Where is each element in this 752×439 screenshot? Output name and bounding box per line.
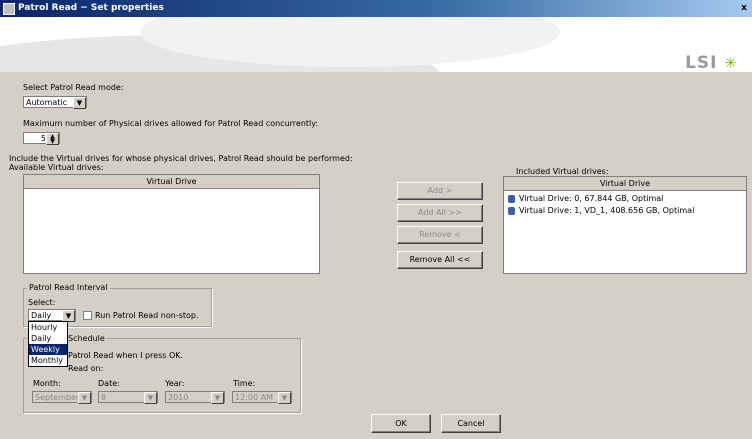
dropdown-option-monthly[interactable]: Monthly <box>29 355 67 366</box>
time-value: 12:00 AM <box>235 393 273 402</box>
date-label: Date: <box>98 379 120 388</box>
max-drives-spinner[interactable]: 5 ▲ ▼ <box>23 132 60 145</box>
logo-star-icon: ✳ <box>724 54 738 72</box>
chevron-down-icon[interactable]: ▼ <box>144 392 157 404</box>
dropdown-option-hourly[interactable]: Hourly <box>29 322 67 333</box>
interval-group-label: Patrol Read Interval <box>27 283 110 292</box>
available-label: Available Virtual drives: <box>9 163 104 172</box>
year-label: Year: <box>165 379 185 388</box>
window-title: Patrol Read − Set properties <box>18 3 164 13</box>
virtual-drive-icon <box>508 206 515 215</box>
chevron-down-icon[interactable]: ▼ <box>211 392 224 404</box>
nonstop-label: Run Patrol Read non-stop. <box>95 311 199 320</box>
cancel-button[interactable]: Cancel <box>441 414 501 433</box>
month-label: Month: <box>33 379 61 388</box>
interval-value: Daily <box>31 311 52 320</box>
schedule-start-text: Patrol Read when I press OK. <box>68 351 184 360</box>
month-select[interactable]: September ▼ <box>32 391 92 404</box>
mode-label: Select Patrol Read mode: <box>23 83 124 92</box>
time-label: Time: <box>233 379 256 388</box>
header-banner: LSI ✳ <box>0 17 752 72</box>
row-text: Virtual Drive: 1, VD_1, 408.656 GB, Opti… <box>519 206 695 215</box>
table-row[interactable]: Virtual Drive: 1, VD_1, 408.656 GB, Opti… <box>504 205 694 217</box>
virtual-drive-icon <box>508 194 515 203</box>
available-drives-table[interactable]: Virtual Drive <box>23 174 320 274</box>
interval-dropdown-list[interactable]: Hourly Daily Weekly Monthly <box>28 321 68 367</box>
window-icon <box>3 3 15 15</box>
mode-value: Automatic <box>26 98 68 107</box>
schedule-read-on: Read on: <box>68 364 104 373</box>
chevron-down-icon[interactable]: ▼ <box>73 97 86 109</box>
year-value: 2010 <box>168 393 189 402</box>
include-label: Include the Virtual drives for whose phy… <box>9 154 353 163</box>
remove-all-button[interactable]: Remove All << <box>397 251 483 269</box>
spinner-arrows-icon[interactable]: ▲ ▼ <box>46 133 59 145</box>
date-select[interactable]: 8 ▼ <box>98 391 158 404</box>
table-row[interactable]: Virtual Drive: 0, 67.844 GB, Optimal <box>504 193 663 205</box>
chevron-down-icon[interactable]: ▼ <box>278 392 291 404</box>
max-drives-label: Maximum number of Physical drives allowe… <box>23 119 319 128</box>
ok-button[interactable]: OK <box>371 414 431 433</box>
time-select[interactable]: 12:00 AM ▼ <box>232 391 292 404</box>
included-drives-table[interactable]: Virtual Drive Virtual Drive: 0, 67.844 G… <box>503 176 747 274</box>
year-select[interactable]: 2010 ▼ <box>165 391 225 404</box>
lsi-logo: LSI ✳ <box>685 53 738 72</box>
available-column-header[interactable]: Virtual Drive <box>24 175 319 189</box>
included-label: Included Virtual drives: <box>516 167 609 176</box>
month-value: September <box>35 393 80 402</box>
add-all-button[interactable]: Add All >> <box>397 204 483 222</box>
remove-button[interactable]: Remove < <box>397 226 483 244</box>
included-column-header[interactable]: Virtual Drive <box>504 177 746 191</box>
interval-select-label: Select: <box>28 298 56 307</box>
dropdown-option-daily[interactable]: Daily <box>29 333 67 344</box>
row-text: Virtual Drive: 0, 67.844 GB, Optimal <box>519 194 664 203</box>
nonstop-checkbox[interactable] <box>83 311 92 320</box>
schedule-group-label: Schedule <box>66 334 107 343</box>
add-button[interactable]: Add > <box>397 182 483 200</box>
title-bar: Patrol Read − Set properties x <box>0 0 752 17</box>
interval-select[interactable]: Daily ▼ <box>28 309 76 322</box>
chevron-down-icon[interactable]: ▼ <box>78 392 91 404</box>
mode-select[interactable]: Automatic ▼ <box>23 96 87 109</box>
dropdown-option-weekly[interactable]: Weekly <box>29 344 67 355</box>
close-icon[interactable]: x <box>738 2 750 14</box>
date-value: 8 <box>101 393 107 402</box>
